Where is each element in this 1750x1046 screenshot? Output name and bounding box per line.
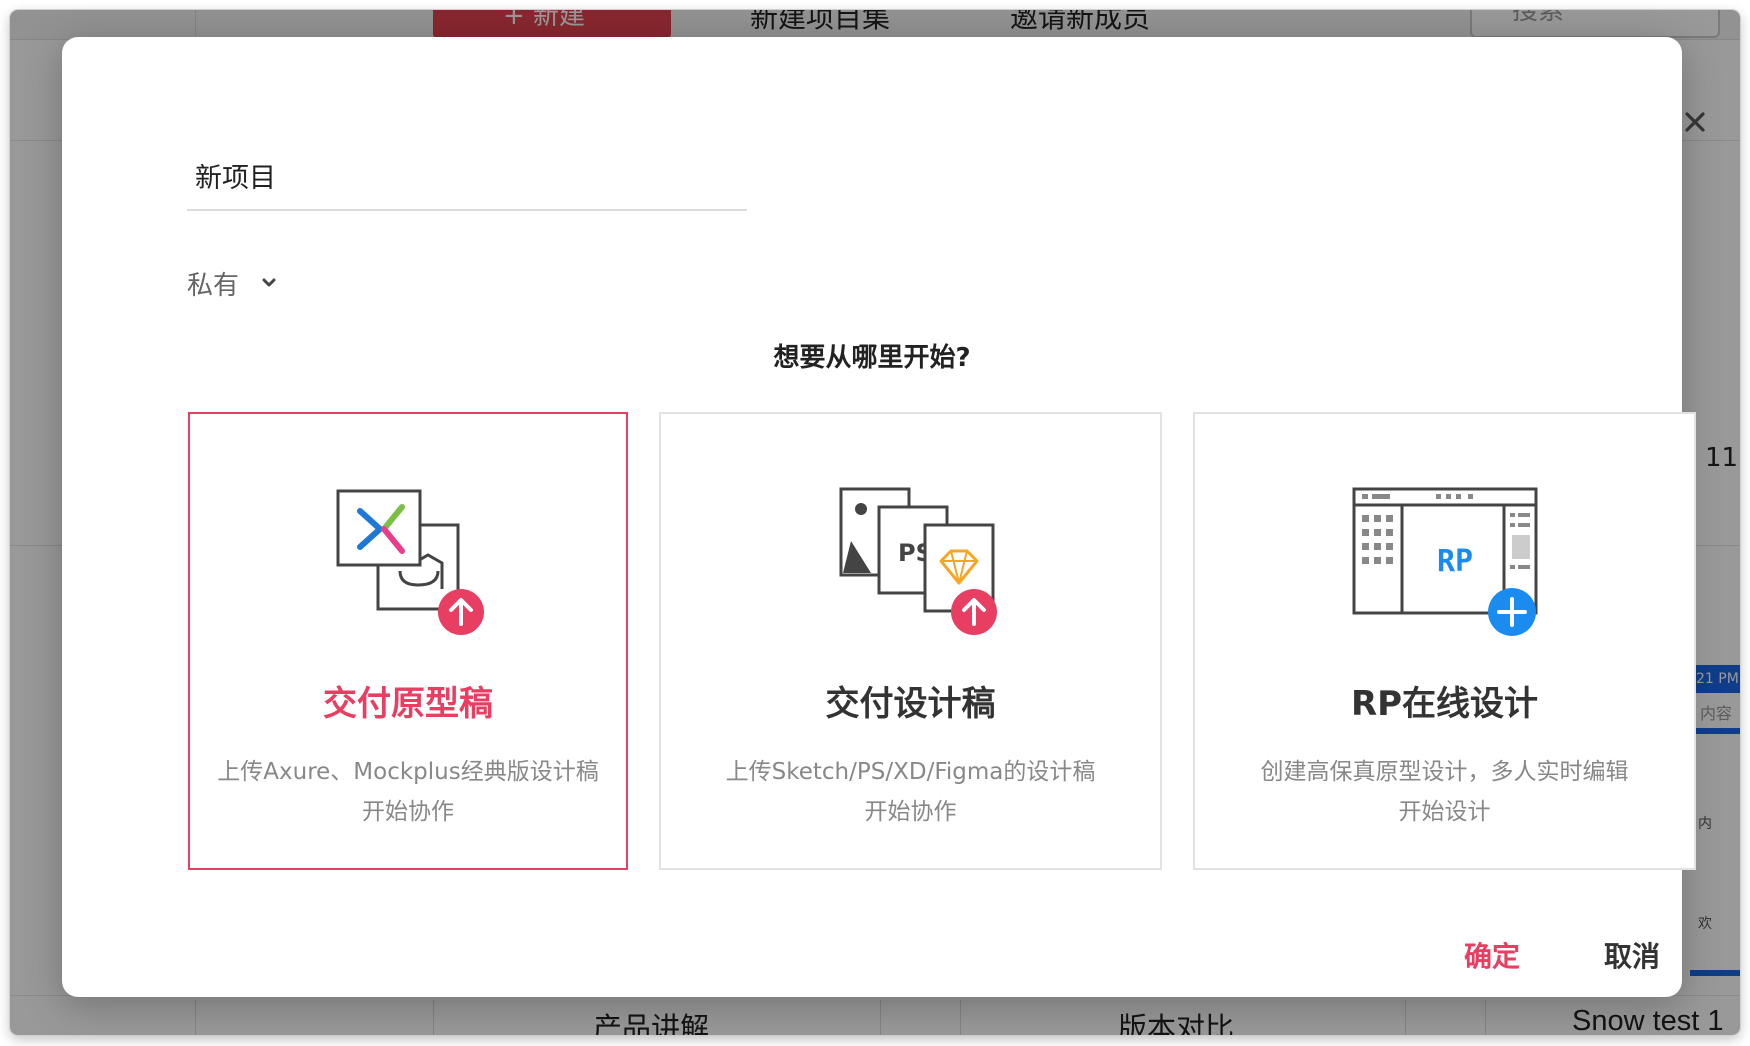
option-card-prototype[interactable]: 交付原型稿 上传Axure、Mockplus经典版设计稿 开始协作 — [188, 412, 628, 870]
option-description: 上传Sketch/PS/XD/Figma的设计稿 开始协作 — [661, 752, 1160, 832]
option-title: 交付设计稿 — [825, 684, 996, 724]
option-card-design[interactable]: PS 交付设计稿 上传Sketch/PS/XD/Figma的设计稿 开始协作 — [659, 412, 1162, 870]
option-description-line: 创建高保真原型设计，多人实时编辑 — [1260, 759, 1629, 785]
option-description: 创建高保真原型设计，多人实时编辑 开始设计 — [1195, 752, 1694, 832]
new-project-dialog: 私有 想要从哪里开始? 交付原型稿 上传Axure、Mockplus经典版设计稿… — [62, 37, 1705, 997]
confirm-button[interactable]: 确定 — [1464, 935, 1520, 975]
cancel-button[interactable]: 取消 — [1604, 935, 1660, 975]
option-description-line: 开始协作 — [362, 799, 454, 825]
option-title: 交付原型稿 — [323, 684, 493, 724]
rp-label: RP — [1437, 544, 1473, 579]
option-description-line: 开始设计 — [1398, 799, 1491, 825]
option-description: 上传Axure、Mockplus经典版设计稿 开始协作 — [190, 752, 626, 832]
start-prompt-heading: 想要从哪里开始? — [773, 343, 971, 373]
option-card-rp-online[interactable]: RP RP在线设计 创建高保真原型设计，多人实时编辑 开始设计 — [1193, 412, 1696, 870]
prototype-upload-icon — [336, 489, 484, 635]
project-name-input[interactable] — [187, 141, 747, 211]
rp-online-design-icon: RP — [1352, 487, 1537, 636]
option-description-line: 上传Sketch/PS/XD/Figma的设计稿 — [725, 759, 1096, 785]
chevron-down-icon — [262, 278, 276, 287]
option-description-line: 开始协作 — [864, 799, 957, 825]
visibility-value: 私有 — [187, 270, 240, 301]
close-icon[interactable] — [1677, 104, 1713, 140]
design-upload-icon: PS — [839, 487, 997, 635]
option-title: RP在线设计 — [1350, 684, 1539, 724]
visibility-dropdown[interactable]: 私有 — [187, 261, 277, 305]
option-description-line: 上传Axure、Mockplus经典版设计稿 — [217, 759, 599, 785]
